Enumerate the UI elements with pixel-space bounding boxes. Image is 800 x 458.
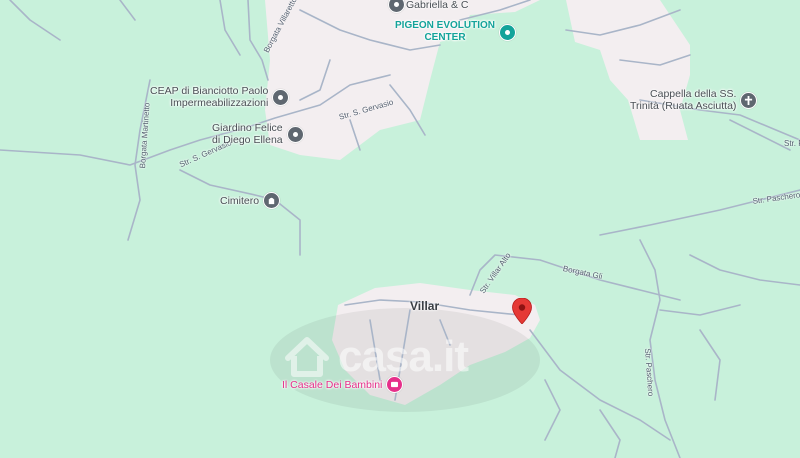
- poi-label: Gabriella & C: [406, 0, 469, 11]
- place-label-villar: Villar: [410, 299, 440, 313]
- poi-giardino-felice[interactable]: Giardino Felice di Diego Ellena: [212, 122, 304, 146]
- poi-label: Cappella della SS. Trinità (Ruata Asciutt…: [630, 88, 737, 112]
- poi-cimitero[interactable]: Cimitero: [220, 192, 281, 209]
- poi-cappella-trinita[interactable]: Cappella della SS. Trinità (Ruata Asciutt…: [630, 88, 758, 112]
- map-canvas[interactable]: Borgata Villaretto Str. S. Gervasio Str.…: [0, 0, 800, 458]
- poi-pigeon-evolution-center[interactable]: PIGEON EVOLUTION CENTER: [395, 20, 517, 44]
- road-label: Str. F: [784, 139, 800, 148]
- poi-gabriella[interactable]: Gabriella & C: [388, 0, 468, 13]
- church-icon: [740, 91, 758, 109]
- place-icon: [388, 0, 405, 13]
- place-icon: [272, 88, 290, 106]
- casa-it-watermark: casa.it: [282, 332, 469, 382]
- place-icon: [286, 125, 304, 143]
- place-icon: [499, 23, 517, 41]
- poi-label: Giardino Felice di Diego Ellena: [212, 122, 283, 146]
- poi-label: CEAP di Bianciotto Paolo Impermeabilizzaz…: [150, 85, 269, 109]
- cemetery-icon: [263, 192, 281, 209]
- poi-label: PIGEON EVOLUTION CENTER: [395, 20, 496, 43]
- house-logo-icon: [285, 337, 329, 377]
- watermark-text: casa.it: [338, 332, 469, 381]
- urban-area-northeast: [566, 0, 690, 140]
- poi-ceap-bianciotto[interactable]: CEAP di Bianciotto Paolo Impermeabilizzaz…: [150, 85, 290, 109]
- poi-label: Cimitero: [220, 194, 260, 207]
- location-pin-icon[interactable]: [512, 298, 532, 324]
